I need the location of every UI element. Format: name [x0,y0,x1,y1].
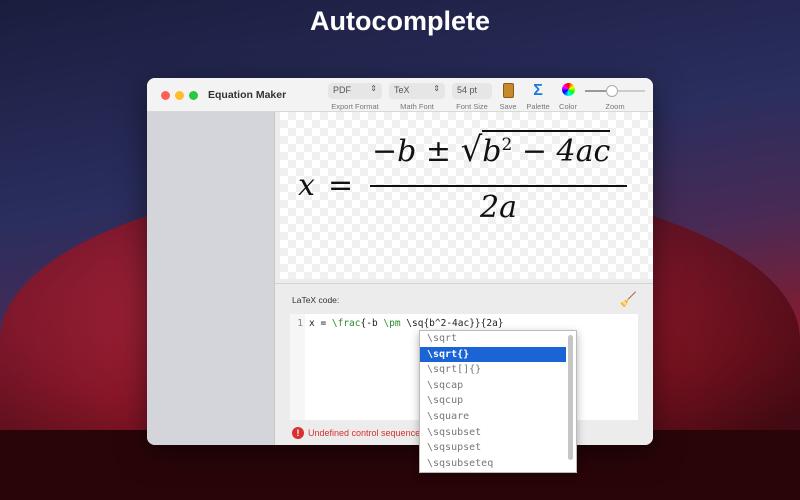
app-window: Equation Maker PDF ⇕ Export Format TeX ⇕ M… [147,78,653,445]
font-size-label: Font Size [456,102,488,111]
zoom-slider[interactable]: Zoom [585,83,645,111]
zoom-knob[interactable] [606,85,618,97]
eq-denominator: 2a [480,190,517,225]
color-label: Color [559,102,577,111]
sigma-icon: Σ [533,82,543,99]
popup-scrollbar[interactable] [568,335,573,460]
eq-rad-rest: − 4ac [512,134,611,169]
code-token: x = [309,318,332,329]
code-token: \frac [331,318,361,329]
autocomplete-item[interactable]: \sqcup [420,393,566,409]
autocomplete-item[interactable]: \sqsubseteq [420,456,566,472]
autocomplete-item[interactable]: \sqcap [420,378,566,394]
latex-code[interactable]: x = \frac{-b \pm \sq{b^2-4ac}}{2a} [309,318,504,329]
save-button[interactable]: Save [497,83,519,111]
equation-preview: x = −b ± √b2 − 4ac 2a [280,112,653,279]
minimize-button[interactable] [175,91,184,100]
palette-button[interactable]: Σ Palette [523,82,553,112]
eq-sup: 2 [501,135,513,155]
autocomplete-item[interactable]: \sqsupset [420,440,566,456]
zoom-track[interactable] [585,83,645,99]
close-button[interactable] [161,91,170,100]
headline: Autocomplete [309,6,490,36]
zoom-label: Zoom [605,102,625,111]
fraction-bar [370,185,627,187]
font-size-control[interactable]: 54 pt Font Size [452,83,492,111]
palette-label: Palette [526,102,550,111]
export-format-label: Export Format [331,102,379,111]
math-font-label: Math Font [400,102,434,111]
eq-numerator: −b ± √b2 − 4ac [372,130,611,170]
error-message: ! Undefined control sequence [292,427,420,439]
autocomplete-item[interactable]: \sqrt{} [420,346,566,363]
error-icon: ! [292,427,304,439]
eq-lhs: x [298,168,315,203]
autocomplete-popup: \sqrt \sqrt{} \sqrt[]{} \sqcap \sqcup \square… [419,330,577,473]
color-button[interactable]: Color [556,83,580,111]
eq-rad: b [482,134,502,169]
autocomplete-item[interactable]: \square [420,409,566,425]
sqrt-sign: √ [460,130,483,170]
eq-num-text: −b ± [372,134,461,169]
title-bar: Equation Maker PDF ⇕ Export Format TeX ⇕ M… [147,78,653,112]
autocomplete-item[interactable]: \sqsubset [420,425,566,441]
autocomplete-item[interactable]: \sqrt[]{} [420,362,566,378]
code-token: \sq{b^2-4ac}}{2a} [400,318,504,329]
math-font-value: TeX [394,85,410,95]
sidebar [147,112,275,445]
updown-icon: ⇕ [433,84,440,93]
export-format-value: PDF [333,85,351,95]
save-label: Save [499,102,517,111]
updown-icon: ⇕ [370,84,377,93]
font-size-value: 54 pt [457,85,478,95]
error-text: Undefined control sequence [308,428,421,438]
export-format-control[interactable]: PDF ⇕ Export Format [328,83,382,111]
window-title: Equation Maker [208,89,287,101]
eq-sign: = [328,168,354,203]
math-font-control[interactable]: TeX ⇕ Math Font [389,83,445,111]
line-number: 1 [290,314,305,420]
code-token: {-b [360,318,384,329]
broom-clear-icon[interactable]: 🧹 [620,291,637,308]
cabinet-icon [497,83,519,99]
zoom-window-button[interactable] [189,91,198,100]
color-wheel-icon [556,83,580,99]
code-token: \pm [383,318,401,329]
autocomplete-item[interactable]: \sqrt [420,331,566,347]
latex-label: LaTeX code: [292,295,340,305]
